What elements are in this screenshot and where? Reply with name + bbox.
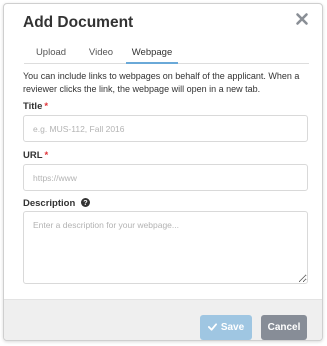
- svg-text:?: ?: [83, 198, 87, 207]
- document-type-tabs: Upload Video Webpage: [24, 44, 309, 64]
- add-document-dialog: Add Document Upload Video Webpage You ca…: [3, 3, 323, 341]
- dialog-footer: Save Cancel: [4, 299, 322, 340]
- dialog-title: Add Document: [23, 14, 134, 31]
- check-icon: [207, 323, 217, 331]
- description-field-label: Description ?: [23, 198, 90, 210]
- required-marker: *: [44, 101, 49, 112]
- title-field-label: Title *: [23, 101, 48, 112]
- cancel-button[interactable]: Cancel: [261, 315, 307, 340]
- close-icon[interactable]: [294, 11, 310, 27]
- tab-video[interactable]: Video: [84, 44, 118, 62]
- description-label-text: Description: [23, 198, 76, 209]
- url-input[interactable]: [23, 164, 308, 191]
- url-field-label: URL *: [23, 150, 48, 161]
- question-circle-icon[interactable]: ?: [80, 198, 90, 210]
- save-button-label: Save: [220, 322, 245, 333]
- tab-upload[interactable]: Upload: [30, 44, 72, 62]
- description-textarea[interactable]: [23, 211, 308, 284]
- url-label-text: URL: [23, 150, 43, 161]
- title-label-text: Title: [23, 101, 43, 112]
- save-button[interactable]: Save: [200, 315, 252, 340]
- tab-webpage[interactable]: Webpage: [126, 44, 178, 64]
- title-input[interactable]: [23, 115, 308, 142]
- required-marker: *: [44, 150, 49, 161]
- intro-text: You can include links to webpages on beh…: [23, 71, 300, 94]
